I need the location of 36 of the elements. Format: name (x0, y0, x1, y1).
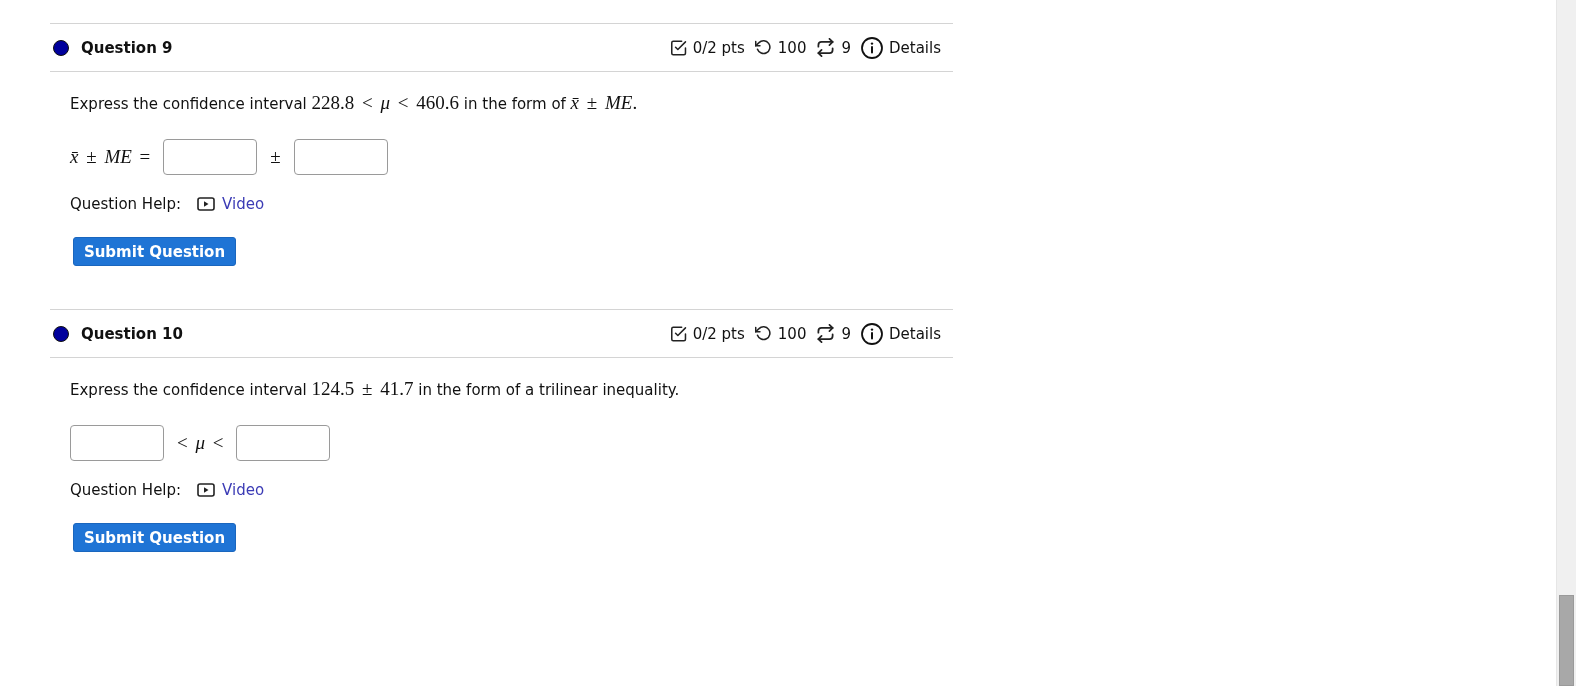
checked-box-icon (670, 39, 687, 56)
counterclockwise-arrow-icon (754, 39, 772, 56)
play-icon (197, 483, 216, 497)
score-text: 0/2 pts (692, 324, 745, 343)
answer-field[interactable] (236, 425, 331, 461)
score-text: 0/2 pts (692, 38, 745, 57)
checked-box-icon (670, 325, 687, 342)
counterclockwise-arrow-icon (754, 325, 772, 342)
math-expression: ± (270, 146, 281, 168)
retries-count: 9 (841, 38, 851, 57)
play-icon (197, 197, 216, 211)
repeat-arrows-icon (816, 38, 836, 57)
attempts-count: 100 (777, 38, 807, 57)
question-title: Question 10 (81, 324, 183, 343)
attempts-count: 100 (777, 324, 807, 343)
video-link[interactable]: Video (197, 195, 265, 213)
question-title: Question 9 (81, 38, 173, 57)
question-text: Express the confidence interval 124.5 ± 41.7 in the form of a trilinear inequality. (70, 378, 681, 401)
help-label: Question Help: (70, 195, 182, 213)
answer-field[interactable] (293, 139, 388, 175)
answer-field[interactable] (70, 425, 164, 461)
info-icon (861, 322, 883, 345)
details-link[interactable]: Details (889, 38, 941, 57)
submit-button[interactable]: Submit Question (73, 237, 236, 266)
video-link[interactable]: Video (197, 481, 265, 499)
repeat-arrows-icon (816, 324, 836, 343)
scrollbar-thumb[interactable] (1559, 595, 1574, 686)
retries-count: 9 (841, 324, 851, 343)
question-text: Express the confidence interval 228.8 < μ < 460.6 in the form of x̄ ± ME. (70, 92, 639, 115)
help-label: Question Help: (70, 481, 182, 499)
info-icon (861, 36, 883, 59)
math-expression: < μ < (177, 432, 224, 454)
submit-button[interactable]: Submit Question (73, 523, 236, 552)
math-expression: x̄ ± ME = (70, 146, 151, 168)
answer-field[interactable] (163, 139, 258, 175)
details-link[interactable]: Details (889, 324, 941, 343)
